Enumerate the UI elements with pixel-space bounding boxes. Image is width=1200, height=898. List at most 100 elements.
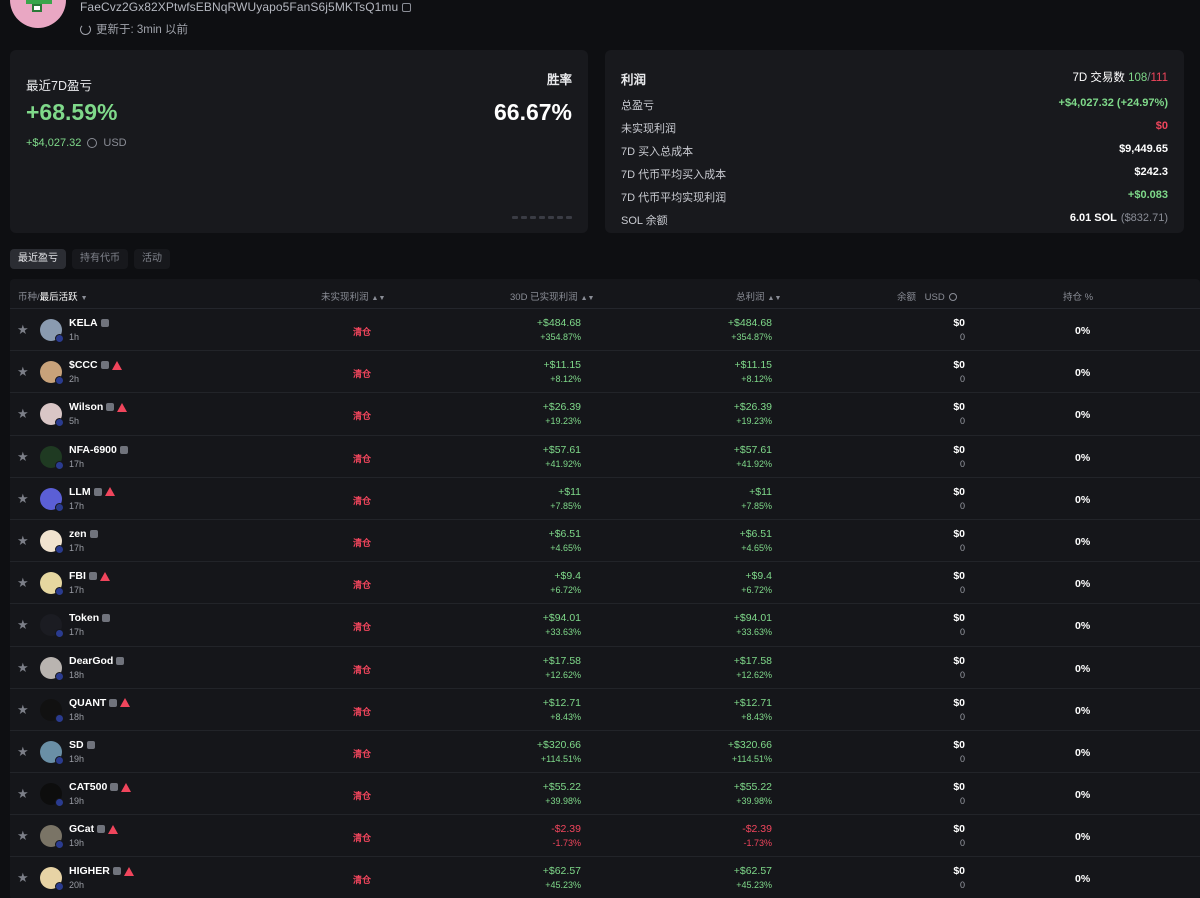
token-name-row[interactable]: Wilson (69, 401, 128, 413)
token-name-row[interactable]: GCat (69, 823, 119, 835)
chain-badge-icon (55, 713, 64, 723)
token-name-row[interactable]: HIGHER (69, 865, 134, 877)
table-row[interactable]: ★ LLM 17h 清仓 +$11 +7.85% +$11 +7.85% $0 0 0% (10, 478, 1200, 520)
sort-icon[interactable]: ▲▼ (768, 295, 782, 302)
profit-row: 未实现利润 $0 (621, 120, 1168, 136)
copy-icon[interactable] (109, 698, 118, 707)
total-profit-value: +$11.15 (734, 359, 772, 372)
col-total[interactable]: 总利润 ▲▼ (736, 289, 781, 303)
total-profit-value: +$12.71 (733, 696, 772, 709)
currency-switch-icon[interactable] (949, 293, 958, 302)
balance-amount: 0 (959, 374, 965, 385)
realized30-percent: +7.85% (550, 500, 581, 511)
balance-value: $0 (953, 738, 965, 751)
table-row[interactable]: ★ HIGHER 20h 清仓 +$62.57 +45.23% +$62.57 +45.23%… (10, 857, 1200, 898)
copy-icon[interactable] (106, 403, 115, 412)
star-icon[interactable]: ★ (17, 323, 29, 336)
copy-icon[interactable] (100, 361, 109, 370)
table-row[interactable]: ★ NFA-6900 17h 清仓 +$57.61 +41.92% +$57.61 +41.9… (10, 436, 1200, 478)
copy-icon[interactable] (97, 825, 106, 834)
token-name-row[interactable]: $CCC (69, 359, 122, 371)
col-token[interactable]: 币种/最后活跃 ▼ (18, 289, 88, 303)
token-name-row[interactable]: FBI (69, 570, 110, 582)
token-name-row[interactable]: zen (69, 528, 98, 540)
copy-icon[interactable] (102, 614, 111, 623)
star-icon[interactable]: ★ (17, 618, 29, 631)
table-row[interactable]: ★ zen 17h 清仓 +$6.51 +4.65% +$6.51 +4.65% $0 0 0% (10, 520, 1200, 563)
star-icon[interactable]: ★ (17, 365, 29, 378)
table-row[interactable]: ★ $CCC 2h 清仓 +$11.15 +8.12% +$11.15 +8.12% $0 0 0% (10, 351, 1200, 394)
table-row[interactable]: ★ FBI 17h 清仓 +$9.4 +6.72% +$9.4 +6.72% $0 0 0% (10, 562, 1200, 605)
token-name-row[interactable]: DearGod (69, 654, 125, 667)
table-row[interactable]: ★ SD 19h 清仓 +$320.66 +114.51% +$320.66 +114.51%… (10, 731, 1200, 774)
copy-icon[interactable] (93, 487, 102, 496)
token-avatar (40, 867, 64, 892)
refresh-icon[interactable] (80, 23, 91, 35)
pnl-usd-value: +$4,027.32 (26, 137, 82, 149)
profit-row: 7D 代币平均实现利润 +$0.083 (621, 189, 1168, 205)
balance-amount: 0 (959, 416, 965, 427)
wallet-address[interactable]: FaeCvz2Gx82XPtwfsEBNqRWUyapo5FanS6j5MKTs… (80, 0, 412, 14)
star-icon[interactable]: ★ (17, 576, 29, 589)
copy-icon[interactable] (100, 319, 109, 327)
balance-value: $0 (953, 570, 965, 583)
table-row[interactable]: ★ KELA 1h 清仓 +$484.68 +354.87% +$484.68 +354.87… (10, 309, 1200, 352)
star-icon[interactable]: ★ (17, 661, 29, 674)
sort-icon[interactable]: ▲▼ (581, 295, 595, 302)
realized30-value: -$2.39 (551, 823, 581, 836)
total-profit-percent: +6.72% (741, 585, 772, 596)
star-icon[interactable]: ★ (17, 829, 29, 842)
star-icon[interactable]: ★ (17, 871, 29, 884)
profit-row-label: 未实现利润 (621, 123, 676, 135)
tab-recent-pnl[interactable]: 最近盈亏 (10, 249, 66, 269)
copy-icon[interactable] (110, 783, 119, 792)
table-row[interactable]: ★ Wilson 5h 清仓 +$26.39 +19.23% +$26.39 +19.23% $… (10, 393, 1200, 436)
star-icon[interactable]: ★ (17, 534, 29, 547)
token-name-row[interactable]: Token (69, 612, 111, 624)
table-row[interactable]: ★ DearGod 18h 清仓 +$17.58 +12.62% +$17.58 +12.62… (10, 647, 1200, 689)
token-name-row[interactable]: CAT500 (69, 781, 132, 793)
col-unrealized[interactable]: 未实现利润 ▲▼ (321, 289, 385, 303)
star-icon[interactable]: ★ (17, 787, 29, 800)
star-icon[interactable]: ★ (17, 703, 29, 716)
sort-icon[interactable]: ▲▼ (372, 295, 386, 302)
copy-icon[interactable] (119, 445, 128, 454)
table-row[interactable]: ★ CAT500 19h 清仓 +$55.22 +39.98% +$55.22 +39.98%… (10, 773, 1200, 816)
star-icon[interactable]: ★ (17, 492, 29, 505)
token-name-row[interactable]: SD (69, 739, 95, 751)
balance-amount: 0 (959, 585, 965, 596)
token-name-row[interactable]: LLM (69, 486, 115, 498)
star-icon[interactable]: ★ (17, 450, 29, 463)
copy-icon[interactable] (112, 867, 121, 876)
table-row[interactable]: ★ QUANT 18h 清仓 +$12.71 +8.43% +$12.71 +8.43% $0 0… (10, 689, 1200, 731)
sort-desc-icon[interactable]: ▼ (81, 295, 88, 302)
col-realized30[interactable]: 30D 已实现利润 ▲▼ (510, 289, 594, 303)
col-balance[interactable]: 余额 USD (897, 289, 958, 303)
token-name-row[interactable]: KELA (69, 317, 109, 329)
token-name-row[interactable]: QUANT (69, 696, 131, 709)
unrealized-status: 清仓 (353, 664, 372, 675)
token-name-row[interactable]: NFA-6900 (69, 444, 128, 456)
copy-icon[interactable] (88, 572, 97, 581)
currency-switch-icon[interactable] (87, 138, 98, 148)
copy-icon[interactable] (89, 529, 98, 538)
realized30-value: +$6.51 (548, 527, 581, 540)
realized30-percent: -1.73% (552, 838, 581, 849)
token-name: QUANT (69, 696, 107, 709)
warning-icon (104, 487, 115, 497)
tab-activity[interactable]: 活动 (134, 249, 170, 269)
total-profit-value: +$6.51 (739, 527, 772, 540)
last-active-time: 5h (69, 416, 80, 427)
warning-icon (108, 824, 119, 834)
copy-icon[interactable] (86, 740, 95, 749)
star-icon[interactable]: ★ (17, 745, 29, 758)
table-row[interactable]: ★ Token 17h 清仓 +$94.01 +33.63% +$94.01 +33.63% $… (10, 604, 1200, 647)
table-row[interactable]: ★ GCat 19h 清仓 -$2.39 -1.73% -$2.39 -1.73% $0 0 0% (10, 815, 1200, 858)
profit-row-value-text: +$0.083 (1127, 189, 1168, 201)
tab-holdings[interactable]: 持有代币 (72, 249, 128, 269)
copy-icon[interactable] (402, 2, 412, 12)
token-name: DearGod (69, 654, 114, 667)
star-icon[interactable]: ★ (17, 407, 29, 420)
balance-value: $0 (953, 696, 965, 709)
copy-icon[interactable] (116, 656, 125, 665)
